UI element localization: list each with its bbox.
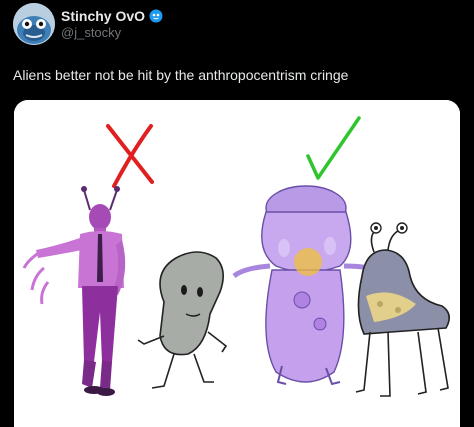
author-handle[interactable]: @j_stocky [61, 25, 121, 40]
media-illustration [14, 100, 460, 427]
author-name-label: Stinchy OvO [61, 8, 146, 24]
author-name[interactable]: Stinchy OvO [61, 8, 163, 24]
verified-badge-icon [149, 9, 163, 23]
blue-creature-avatar-icon [13, 3, 55, 45]
tweet-media-image[interactable] [14, 100, 460, 427]
author-avatar[interactable] [13, 3, 55, 45]
tweet-text: Aliens better not be hit by the anthropo… [13, 67, 349, 83]
